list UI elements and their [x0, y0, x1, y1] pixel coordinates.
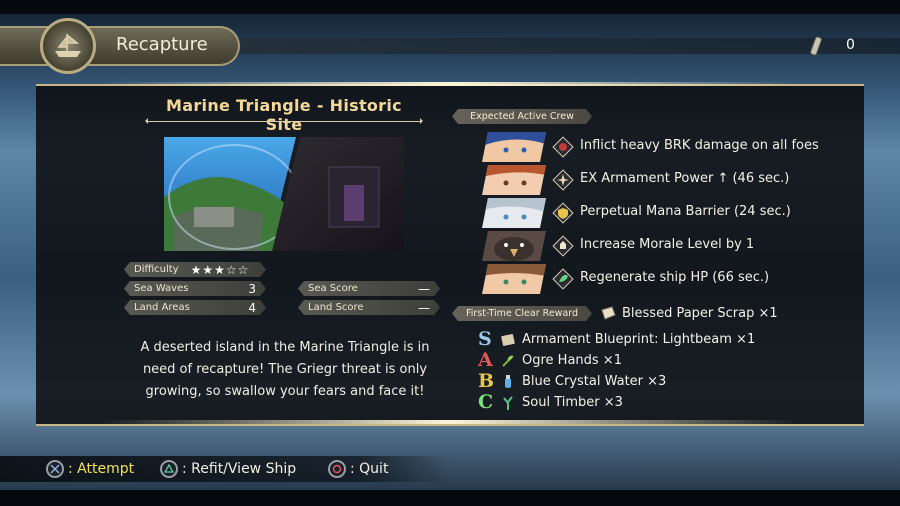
cross-button-icon: [46, 460, 64, 478]
paper-scroll-icon: [810, 36, 822, 56]
reward-item: Blue Crystal Water ×3: [522, 374, 667, 389]
crew-skill: Increase Morale Level by 1: [580, 237, 755, 252]
quit-label: : Quit: [350, 461, 389, 477]
reward-row-b: B Blue Crystal Water ×3: [478, 370, 798, 392]
crew-skill: Inflict heavy BRK damage on all foes: [580, 138, 819, 153]
crew-portrait-icon: [482, 231, 546, 261]
crew-member-4[interactable]: Increase Morale Level by 1: [482, 231, 842, 261]
difficulty-stars: ★★★☆☆: [190, 262, 250, 277]
crew-member-5[interactable]: Regenerate ship HP (66 sec.): [482, 264, 842, 294]
sea-score-stat: Sea Score —: [298, 281, 440, 296]
crew-portrait-icon: [482, 264, 546, 294]
armament-skill-icon: [552, 169, 574, 191]
sea-score-value: —: [418, 281, 430, 296]
sea-waves-label: Sea Waves: [134, 283, 189, 294]
panel-bottom-glow: [100, 420, 800, 424]
heal-skill-icon: [552, 268, 574, 290]
difficulty-label: Difficulty: [134, 264, 179, 275]
crew-skill: Perpetual Mana Barrier (24 sec.): [580, 204, 791, 219]
panel-top-glow: [100, 82, 800, 86]
land-score-stat: Land Score —: [298, 300, 440, 315]
item-count: 0: [846, 37, 855, 53]
break-skill-icon: [552, 136, 574, 158]
crew-section-label: Expected Active Crew: [452, 109, 592, 124]
land-areas-value: 4: [248, 300, 256, 315]
land-areas-stat: Land Areas 4: [124, 300, 266, 315]
crew-skill: Regenerate ship HP (66 sec.): [580, 270, 770, 285]
site-description: A deserted island in the Marine Triangle…: [140, 340, 430, 399]
crew-portrait-icon: [482, 198, 546, 228]
timber-icon: [503, 396, 513, 410]
paper-scrap-icon: [601, 306, 616, 320]
morale-skill-icon: [552, 235, 574, 257]
crew-member-2[interactable]: EX Armament Power ↑ (46 sec.): [482, 165, 842, 195]
difficulty-stat: Difficulty ★★★☆☆: [124, 262, 266, 277]
reward-item: Soul Timber ×3: [522, 395, 623, 410]
bottom-letterbox: [0, 490, 900, 506]
refit-button[interactable]: : Refit/View Ship: [160, 459, 296, 479]
land-score-value: —: [418, 300, 430, 315]
reward-row-c: C Soul Timber ×3: [478, 391, 798, 413]
first-time-reward: Blessed Paper Scrap ×1: [622, 306, 778, 321]
reward-item: Armament Blueprint: Lightbeam ×1: [522, 332, 756, 347]
reward-grade: S: [478, 328, 492, 350]
triangle-button-icon: [160, 460, 178, 478]
attempt-button[interactable]: : Attempt: [46, 459, 134, 479]
sea-waves-value: 3: [248, 281, 256, 296]
crew-portrait-icon: [482, 132, 546, 162]
potion-icon: [505, 375, 511, 388]
sea-score-label: Sea Score: [308, 283, 358, 294]
crew-member-1[interactable]: Inflict heavy BRK damage on all foes: [482, 132, 842, 162]
refit-label: : Refit/View Ship: [182, 461, 297, 477]
crew-portrait-icon: [482, 165, 546, 195]
page-title: Recapture: [116, 34, 208, 55]
reward-grade: C: [478, 391, 494, 413]
reward-item: Ogre Hands ×1: [522, 353, 622, 368]
reward-grade: A: [478, 349, 493, 371]
top-letterbox: [0, 0, 900, 14]
reward-section-label: First-Time Clear Reward: [452, 306, 592, 321]
sea-waves-stat: Sea Waves 3: [124, 281, 266, 296]
barrier-skill-icon: [552, 202, 574, 224]
land-score-label: Land Score: [308, 302, 364, 313]
reward-row-s: S Armament Blueprint: Lightbeam ×1: [478, 328, 798, 350]
ship-emblem-icon: [40, 18, 96, 74]
reward-row-a: A Ogre Hands ×1: [478, 349, 798, 371]
crew-member-3[interactable]: Perpetual Mana Barrier (24 sec.): [482, 198, 842, 228]
attempt-label: : Attempt: [68, 461, 135, 477]
reward-grade: B: [478, 370, 495, 392]
site-preview-image: [164, 137, 404, 251]
crew-skill: EX Armament Power ↑ (46 sec.): [580, 171, 790, 186]
title-divider: [145, 118, 423, 124]
circle-button-icon: [328, 460, 346, 478]
site-title: Marine Triangle - Historic Site: [166, 96, 402, 134]
land-areas-label: Land Areas: [134, 302, 190, 313]
blueprint-icon: [501, 334, 515, 346]
quit-button[interactable]: : Quit: [328, 459, 388, 479]
herb-icon: [502, 355, 514, 367]
